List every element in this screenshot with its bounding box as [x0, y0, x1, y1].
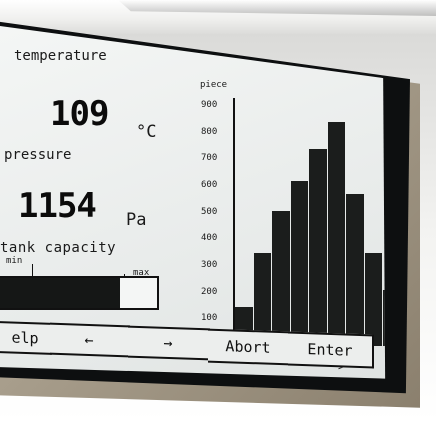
chart-y-tick: 600: [201, 180, 218, 190]
chart-y-tick: 500: [201, 206, 218, 217]
chart-y-tick: 900: [201, 100, 218, 110]
chart-y-tick: 800: [201, 126, 218, 137]
pressure-value: 1154: [18, 186, 97, 226]
chart-y-tick: 400: [201, 233, 218, 244]
enter-button[interactable]: Enter: [288, 331, 374, 369]
temperature-value: 109: [50, 94, 109, 134]
abort-button-label: Abort: [225, 337, 271, 357]
chart-y-label: piece: [200, 80, 228, 90]
abort-button[interactable]: Abort: [208, 328, 290, 366]
chart-y-tick: 300: [201, 260, 218, 270]
temperature-unit: °C: [136, 122, 157, 142]
chart-y-tick: 200: [201, 286, 218, 297]
pressure-label: pressure: [4, 147, 72, 163]
tank-min-label: min: [6, 256, 23, 266]
pressure-unit: Pa: [126, 210, 147, 230]
left-arrow-button-label: ←: [84, 330, 94, 350]
help-button[interactable]: elp: [0, 321, 52, 355]
left-arrow-button[interactable]: ←: [50, 322, 130, 358]
right-arrow-button[interactable]: →: [128, 325, 210, 361]
help-button-label: elp: [11, 328, 39, 348]
tank-level-fill: [0, 278, 120, 308]
temperature-label: temperature: [14, 48, 107, 64]
tank-capacity-label: tank capacity: [0, 240, 117, 256]
chart-y-tick: 700: [201, 153, 218, 164]
tank-level-bar: [0, 276, 159, 310]
softkey-row: elp ← → Abort Enter: [0, 318, 395, 378]
right-arrow-button-label: →: [163, 333, 173, 353]
chart-bar: [327, 122, 345, 346]
chart-bar: [309, 148, 327, 346]
enter-button-label: Enter: [307, 340, 353, 360]
